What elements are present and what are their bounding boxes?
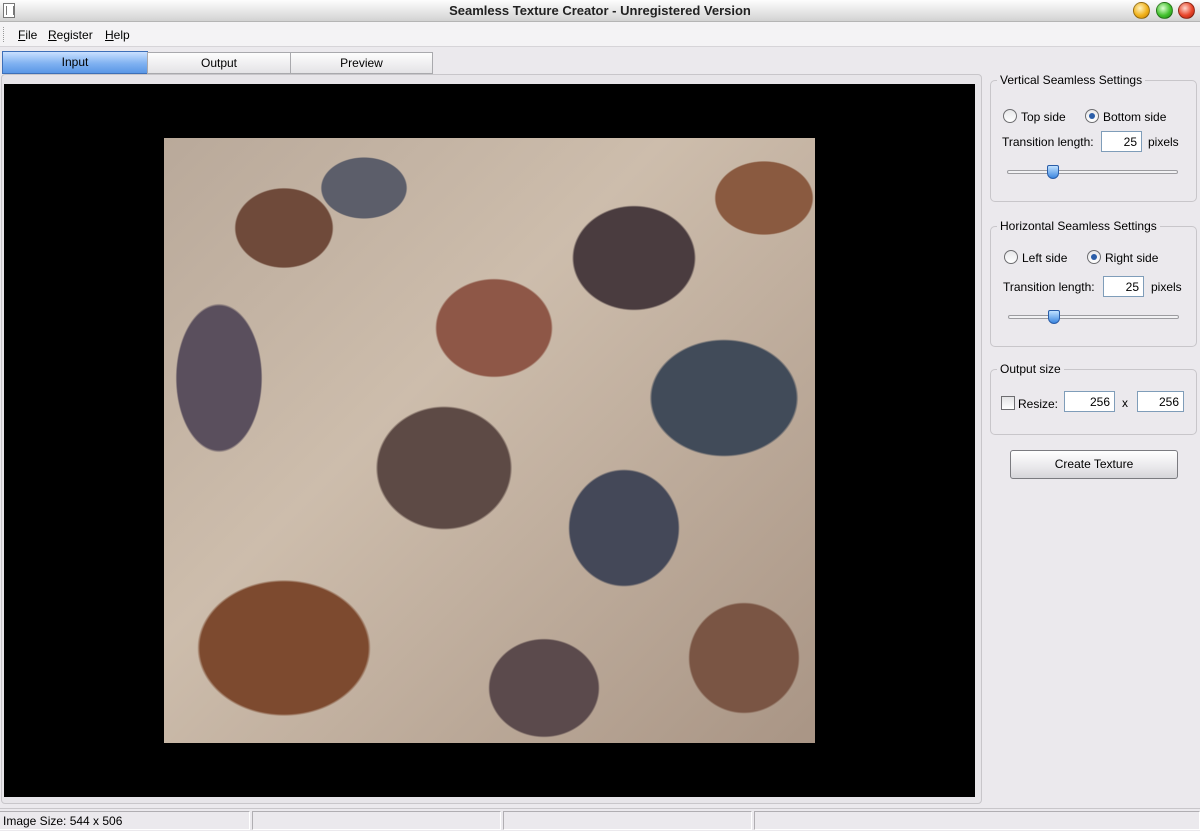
vertical-transition-label: Transition length:: [1002, 135, 1094, 149]
size-separator: x: [1122, 396, 1128, 410]
radio-bottom-side[interactable]: [1085, 109, 1099, 123]
minimize-button[interactable]: [1133, 2, 1150, 19]
menu-file[interactable]: File: [18, 28, 37, 42]
horizontal-transition-input[interactable]: [1103, 276, 1144, 297]
maximize-button[interactable]: [1156, 2, 1173, 19]
vertical-settings-group: Vertical Seamless Settings Top side Bott…: [990, 73, 1197, 202]
output-width-input[interactable]: [1064, 391, 1115, 412]
vertical-slider-track[interactable]: [1007, 170, 1178, 174]
window-title: Seamless Texture Creator - Unregistered …: [449, 3, 751, 18]
radio-top-side[interactable]: [1003, 109, 1017, 123]
input-texture-image: [164, 138, 815, 743]
horizontal-settings-title: Horizontal Seamless Settings: [997, 219, 1160, 233]
status-cell-2: [252, 811, 501, 830]
label-bottom-side[interactable]: Bottom side: [1103, 110, 1166, 124]
label-top-side[interactable]: Top side: [1021, 110, 1066, 124]
tab-input[interactable]: Input: [2, 51, 148, 74]
radio-right-side[interactable]: [1087, 250, 1101, 264]
tab-preview[interactable]: Preview: [290, 52, 433, 74]
tab-output[interactable]: Output: [147, 52, 291, 74]
menu-grip: [3, 27, 6, 42]
status-cell-3: [503, 811, 752, 830]
menu-register[interactable]: Register: [48, 28, 93, 42]
vertical-transition-input[interactable]: [1101, 131, 1142, 152]
status-cell-4: [754, 811, 1200, 830]
resize-label[interactable]: Resize:: [1018, 397, 1058, 411]
horizontal-transition-label: Transition length:: [1003, 280, 1095, 294]
status-image-size: Image Size: 544 x 506: [0, 811, 250, 830]
output-height-input[interactable]: [1137, 391, 1184, 412]
horizontal-slider-track[interactable]: [1008, 315, 1179, 319]
status-bar: Image Size: 544 x 506: [0, 808, 1200, 831]
output-size-group: Output size Resize: x: [990, 362, 1197, 435]
close-button[interactable]: [1178, 2, 1195, 19]
radio-left-side[interactable]: [1004, 250, 1018, 264]
horizontal-settings-group: Horizontal Seamless Settings Left side R…: [990, 219, 1197, 347]
create-texture-button[interactable]: Create Texture: [1010, 450, 1178, 479]
vertical-units-label: pixels: [1148, 135, 1179, 149]
label-right-side[interactable]: Right side: [1105, 251, 1158, 265]
resize-checkbox[interactable]: [1001, 396, 1015, 410]
horizontal-slider-thumb[interactable]: [1047, 310, 1060, 324]
horizontal-units-label: pixels: [1151, 280, 1182, 294]
label-left-side[interactable]: Left side: [1022, 251, 1067, 265]
vertical-slider-thumb[interactable]: [1046, 165, 1059, 179]
menu-help[interactable]: Help: [105, 28, 130, 42]
title-bar: Seamless Texture Creator - Unregistered …: [0, 0, 1200, 22]
output-size-title: Output size: [997, 362, 1064, 376]
menu-bar: File Register Help: [0, 22, 1200, 47]
vertical-settings-title: Vertical Seamless Settings: [997, 73, 1146, 87]
